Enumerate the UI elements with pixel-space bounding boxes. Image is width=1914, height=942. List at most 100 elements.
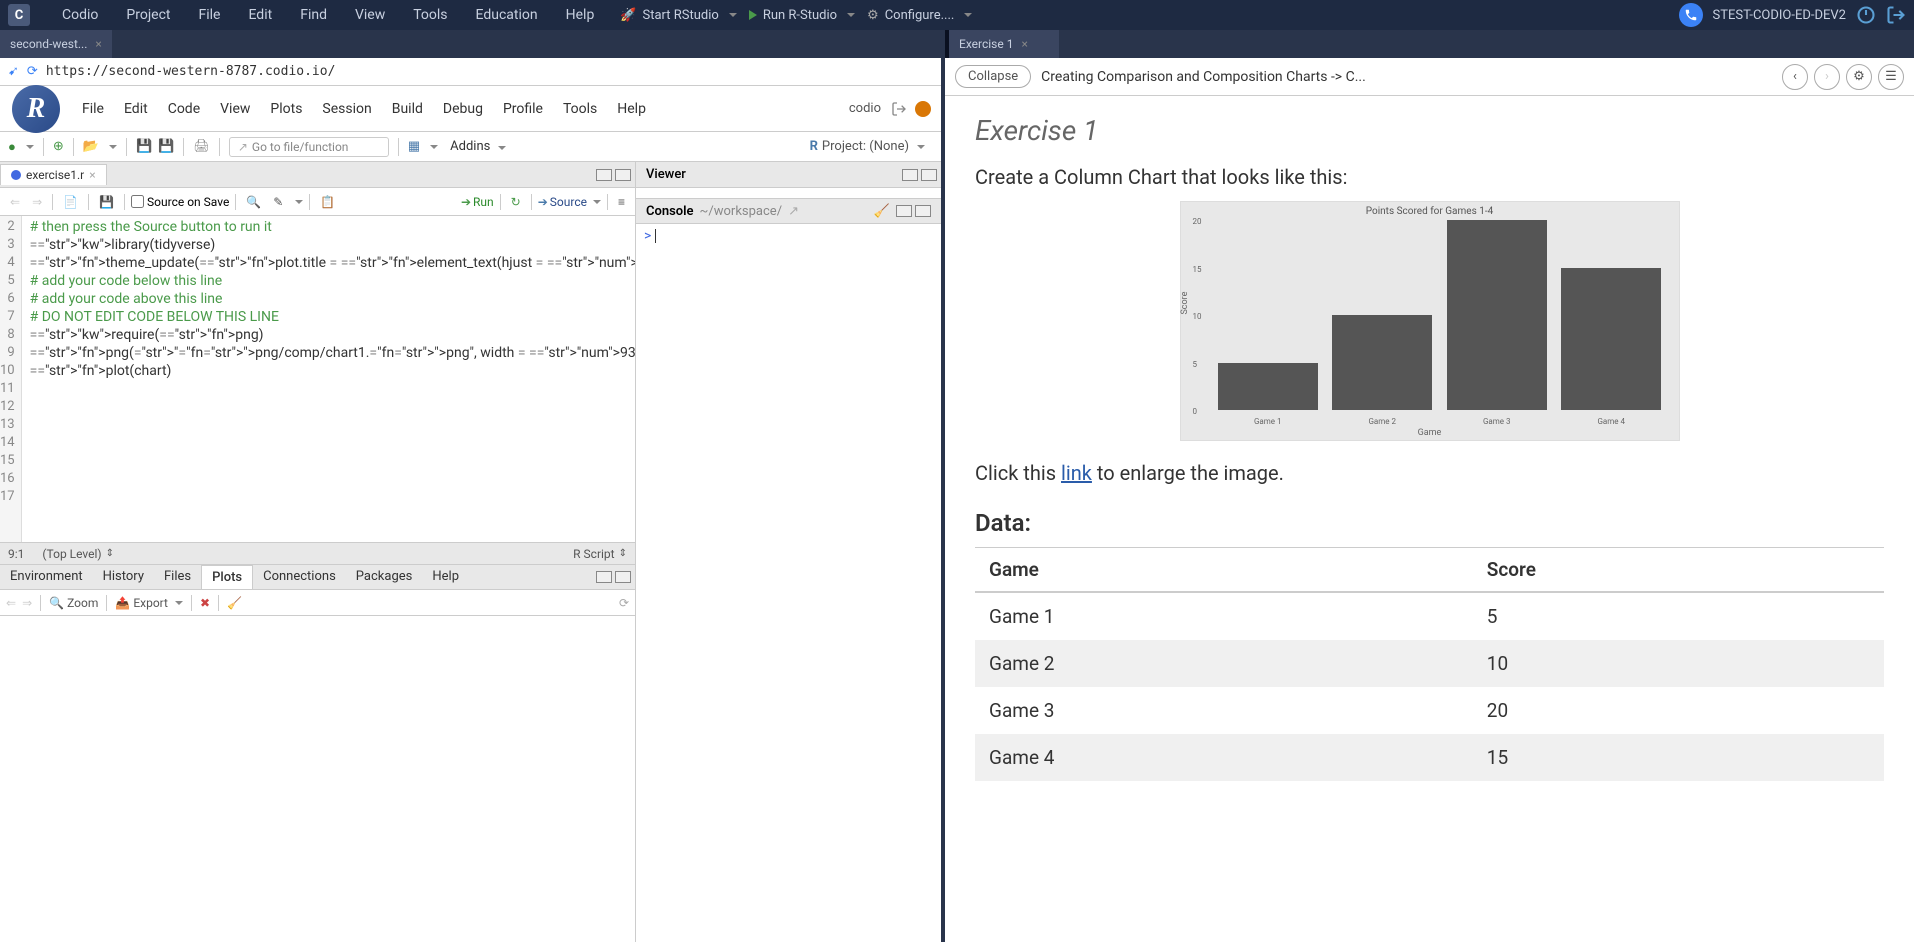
tab-plots[interactable]: Plots [201, 565, 253, 589]
wand-icon[interactable]: ✎ [269, 193, 287, 211]
print-icon[interactable]: 🖨 [193, 139, 210, 154]
source-on-save-input[interactable] [131, 195, 144, 208]
rsmenu-build[interactable]: Build [382, 101, 433, 117]
save-icon[interactable]: 💾 [95, 193, 118, 211]
tab-history[interactable]: History [93, 565, 154, 589]
close-icon[interactable]: × [89, 168, 95, 182]
zoom-button[interactable]: 🔍Zoom [49, 596, 98, 610]
tab-guide[interactable]: Exercise 1 × [949, 30, 1059, 58]
start-rstudio-action[interactable]: 🚀 Start RStudio [620, 8, 737, 23]
rsmenu-view[interactable]: View [210, 101, 260, 117]
addins-button[interactable]: Addins [444, 137, 511, 156]
minimize-pane-icon[interactable] [596, 169, 612, 181]
rsmenu-profile[interactable]: Profile [493, 101, 553, 117]
rsmenu-plots[interactable]: Plots [260, 101, 312, 117]
tab-files[interactable]: Files [154, 565, 201, 589]
find-icon[interactable]: 🔍 [242, 193, 265, 211]
file-tab[interactable]: exercise1.r × [0, 164, 107, 185]
grid-icon[interactable]: ▦ [408, 139, 420, 154]
next-page-button[interactable]: › [1814, 64, 1840, 90]
run-rstudio-action[interactable]: Run R-Studio [749, 8, 855, 23]
close-icon[interactable]: × [95, 37, 101, 51]
project-selector[interactable]: R Project: (None) [802, 137, 933, 156]
tab-preview[interactable]: second-west... × [0, 30, 112, 58]
maximize-pane-icon[interactable] [921, 169, 937, 181]
codio-logo[interactable]: C [8, 4, 30, 26]
tab-packages[interactable]: Packages [346, 565, 423, 589]
collapse-button[interactable]: Collapse [955, 65, 1031, 88]
scope-selector[interactable]: (Top Level) ⇕ [42, 547, 114, 561]
refresh-plot-icon[interactable]: ⟳ [619, 596, 629, 610]
run-button[interactable]: ➔ Run [461, 195, 494, 209]
tab-help[interactable]: Help [422, 565, 469, 589]
console-label[interactable]: Console [646, 204, 694, 219]
prev-plot-icon[interactable]: ⇐ [6, 596, 16, 610]
signout-icon[interactable] [891, 101, 907, 117]
console-body[interactable]: > [636, 224, 941, 942]
console-popout-icon[interactable]: ↗ [788, 204, 799, 219]
clear-console-icon[interactable]: 🧹 [874, 204, 890, 219]
prev-page-button[interactable]: ‹ [1782, 64, 1808, 90]
chevron-down-icon[interactable] [729, 13, 737, 17]
rsmenu-debug[interactable]: Debug [433, 101, 493, 117]
outline-icon[interactable]: ≡ [614, 193, 629, 211]
save-all-icon[interactable]: 💾 [158, 139, 174, 154]
settings-button[interactable]: ⚙ [1846, 64, 1872, 90]
phone-icon[interactable] [1679, 3, 1703, 27]
chevron-down-icon[interactable] [109, 145, 117, 149]
chevron-down-icon[interactable] [26, 145, 34, 149]
menu-view[interactable]: View [341, 7, 399, 23]
rsmenu-code[interactable]: Code [158, 101, 210, 117]
configure-action[interactable]: ⚙ Configure.... [867, 8, 972, 23]
chevron-down-icon[interactable] [964, 13, 972, 17]
rsmenu-file[interactable]: File [72, 101, 114, 117]
close-icon[interactable]: × [1021, 37, 1027, 51]
enlarge-link[interactable]: link [1061, 461, 1092, 485]
goto-file-input[interactable]: ↗ Go to file/function [229, 137, 389, 157]
maximize-pane-icon[interactable] [915, 205, 931, 217]
clear-plots-icon[interactable]: 🧹 [227, 596, 242, 610]
code-editor[interactable]: 234567891011121314151617 # then press th… [0, 216, 635, 542]
maximize-pane-icon[interactable] [615, 169, 631, 181]
compile-icon[interactable]: 📋 [316, 193, 339, 211]
menu-codio[interactable]: Codio [48, 7, 112, 23]
minimize-pane-icon[interactable] [902, 169, 918, 181]
chevron-down-icon[interactable] [295, 200, 303, 204]
save-icon[interactable]: 💾 [136, 139, 152, 154]
new-file-icon[interactable]: ● [8, 139, 16, 155]
chevron-down-icon[interactable] [430, 145, 438, 149]
show-in-tab-icon[interactable]: 📄 [59, 193, 82, 211]
menu-file[interactable]: File [185, 7, 235, 23]
logout-icon[interactable] [1886, 5, 1906, 25]
next-plot-icon[interactable]: ⇒ [22, 596, 32, 610]
minimize-pane-icon[interactable] [596, 571, 612, 583]
menu-help[interactable]: Help [552, 7, 609, 23]
new-project-icon[interactable]: ⊕ [53, 139, 64, 154]
rsmenu-tools[interactable]: Tools [553, 101, 607, 117]
chevron-down-icon[interactable] [847, 13, 855, 17]
quit-icon[interactable] [915, 101, 931, 117]
url-text[interactable]: https://second-western-8787.codio.io/ [46, 64, 336, 79]
back-icon[interactable]: ⇐ [6, 193, 24, 211]
rsmenu-edit[interactable]: Edit [114, 101, 158, 117]
menu-project[interactable]: Project [112, 7, 184, 23]
tab-environment[interactable]: Environment [0, 565, 93, 589]
menu-tools[interactable]: Tools [399, 7, 461, 23]
power-icon[interactable] [1856, 5, 1876, 25]
rerun-icon[interactable]: ↻ [507, 193, 525, 211]
code-area[interactable]: # then press the Source button to run it… [22, 216, 635, 542]
viewer-tab[interactable]: Viewer [636, 162, 941, 188]
toc-button[interactable]: ☰ [1878, 64, 1904, 90]
remove-plot-icon[interactable]: ✖ [200, 596, 210, 610]
forward-icon[interactable]: ⇒ [28, 193, 46, 211]
source-on-save-checkbox[interactable]: Source on Save [131, 195, 229, 209]
menu-education[interactable]: Education [462, 7, 552, 23]
language-label[interactable]: R Script [573, 547, 614, 561]
rsmenu-session[interactable]: Session [312, 101, 381, 117]
menu-find[interactable]: Find [286, 7, 341, 23]
tab-connections[interactable]: Connections [253, 565, 346, 589]
menu-edit[interactable]: Edit [234, 7, 286, 23]
minimize-pane-icon[interactable] [896, 205, 912, 217]
popout-icon[interactable]: ➹ [8, 64, 19, 79]
source-button[interactable]: ➔ Source [538, 195, 601, 209]
